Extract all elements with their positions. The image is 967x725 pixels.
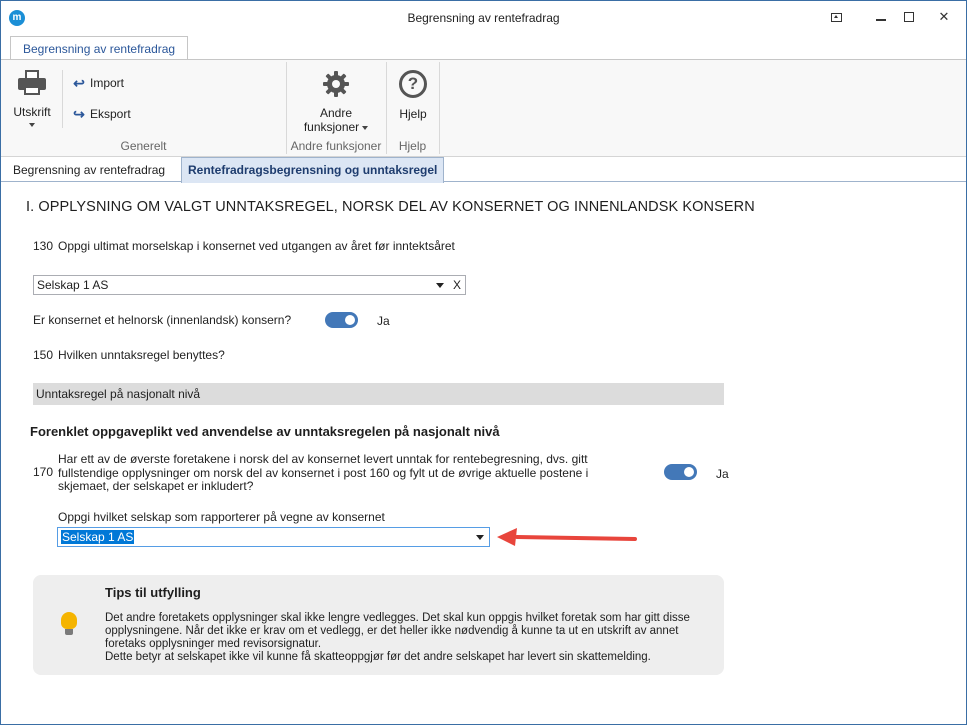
tab-begrensning[interactable]: Begrensning av rentefradrag bbox=[7, 159, 171, 182]
other-functions-button[interactable]: Andre funksjoner bbox=[293, 69, 379, 134]
document-tabs: Begrensning av rentefradrag Rentefradrag… bbox=[1, 157, 966, 183]
group-label-general: Generelt bbox=[120, 139, 167, 153]
tips-line: foretaks opplysninger med revisorsignatu… bbox=[105, 638, 322, 650]
lightbulb-icon bbox=[61, 612, 77, 638]
norsk-konsern-label: Er konsernet et helnorsk (innenlandsk) k… bbox=[33, 313, 292, 327]
q150-label: Hvilken unntaksregel benyttes? bbox=[58, 348, 225, 362]
ribbon: Utskrift ↩ Import ↪ Eksport Generelt And… bbox=[1, 59, 966, 157]
exception-rule-field[interactable]: Unntaksregel på nasjonalt nivå bbox=[33, 383, 724, 405]
title-bar: m Begrensning av rentefradrag ✕ bbox=[1, 1, 966, 34]
import-label: Import bbox=[90, 76, 125, 90]
pin-window-icon[interactable] bbox=[823, 6, 849, 28]
ribbon-tab-strip: Begrensning av rentefradrag bbox=[1, 34, 966, 61]
q170-value: Ja bbox=[716, 467, 729, 481]
group-label-help: Hjelp bbox=[398, 139, 427, 153]
print-button[interactable]: Utskrift bbox=[10, 70, 54, 127]
help-label: Hjelp bbox=[399, 107, 427, 121]
reporting-company-select[interactable]: Selskap 1 AS bbox=[57, 527, 490, 547]
export-label: Eksport bbox=[90, 107, 131, 121]
export-button[interactable]: ↪ Eksport bbox=[72, 107, 131, 121]
tab-rentefradragsbegrensning[interactable]: Rentefradragsbegrensning og unntaksregel bbox=[181, 157, 445, 183]
chevron-down-icon[interactable] bbox=[436, 283, 444, 288]
window-title: Begrensning av rentefradrag bbox=[407, 11, 560, 25]
tips-body: Det andre foretakets opplysninger skal i… bbox=[105, 612, 715, 664]
tips-line: Dette betyr at selskapet ikke vil kunne … bbox=[105, 651, 651, 663]
q170-toggle[interactable] bbox=[664, 464, 697, 480]
help-button[interactable]: ? Hjelp bbox=[393, 70, 433, 121]
chevron-down-icon[interactable] bbox=[476, 535, 484, 540]
post-number-170: 170 bbox=[33, 465, 54, 479]
ribbon-tab-main[interactable]: Begrensning av rentefradrag bbox=[10, 36, 189, 61]
other-functions-label-1: Andre bbox=[319, 106, 353, 120]
parent-company-value: Selskap 1 AS bbox=[37, 278, 109, 292]
norsk-konsern-toggle[interactable] bbox=[325, 312, 358, 328]
maximize-button[interactable] bbox=[896, 6, 922, 28]
norsk-konsern-value: Ja bbox=[377, 314, 390, 328]
tips-box: Tips til utfylling Det andre foretakets … bbox=[33, 575, 724, 675]
post-number-150: 150 bbox=[33, 348, 54, 362]
tips-line: Det andre foretakets opplysninger skal i… bbox=[105, 612, 690, 624]
clear-button[interactable]: X bbox=[453, 276, 461, 294]
tips-title: Tips til utfylling bbox=[105, 585, 201, 600]
post-number-130: 130 bbox=[33, 239, 54, 253]
app-window: m Begrensning av rentefradrag ✕ Begrensn… bbox=[0, 0, 967, 725]
close-button[interactable]: ✕ bbox=[931, 6, 957, 28]
group-label-other: Andre funksjoner bbox=[290, 139, 382, 153]
chevron-down-icon bbox=[362, 125, 369, 130]
q130-label: Oppgi ultimat morselskap i konsernet ved… bbox=[58, 239, 455, 253]
import-icon: ↩ bbox=[73, 75, 85, 91]
help-icon: ? bbox=[399, 70, 427, 98]
tips-line: opplysningene. Når det ikke er krav om e… bbox=[105, 625, 679, 637]
q170-label: Har ett av de øverste foretakene i norsk… bbox=[58, 452, 589, 493]
chevron-down-icon bbox=[29, 123, 35, 127]
export-icon: ↪ bbox=[73, 106, 85, 122]
reporting-company-value: Selskap 1 AS bbox=[61, 530, 135, 544]
reporting-company-label: Oppgi hvilket selskap som rapporterer på… bbox=[58, 510, 385, 524]
gear-icon bbox=[323, 71, 349, 97]
minimize-button[interactable] bbox=[868, 6, 894, 28]
other-functions-label-2: funksjoner bbox=[303, 120, 360, 134]
import-button[interactable]: ↩ Import bbox=[72, 76, 124, 90]
printer-icon bbox=[18, 70, 46, 96]
print-label: Utskrift bbox=[13, 105, 51, 119]
annotation-arrow bbox=[497, 528, 637, 546]
parent-company-select[interactable]: Selskap 1 AS X bbox=[33, 275, 466, 295]
section-heading: I. OPPLYSNING OM VALGT UNNTAKSREGEL, NOR… bbox=[26, 199, 755, 215]
sub-heading: Forenklet oppgaveplikt ved anvendelse av… bbox=[30, 424, 500, 439]
